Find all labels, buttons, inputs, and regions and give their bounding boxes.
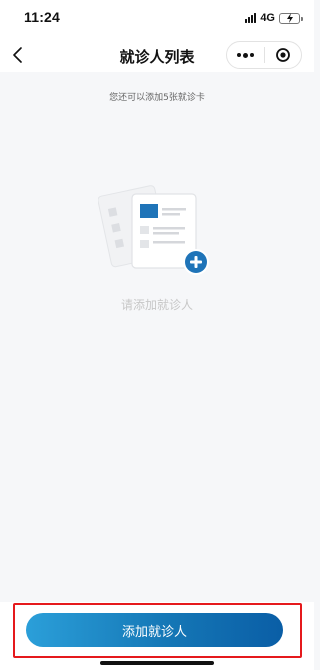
target-close-icon — [275, 48, 290, 62]
status-bar: 11:24 4G — [0, 0, 314, 38]
battery-icon — [279, 12, 303, 24]
add-patient-button[interactable]: 添加就诊人 — [26, 613, 283, 647]
home-indicator — [100, 661, 214, 665]
empty-state-text: 请添加就诊人 — [120, 298, 193, 312]
status-time: 11:24 — [24, 9, 61, 25]
close-button[interactable] — [264, 42, 301, 68]
nav-bar: 就诊人列表 — [0, 38, 314, 72]
signal-icon — [245, 13, 257, 23]
more-dots-icon — [236, 53, 241, 57]
more-button[interactable] — [227, 42, 264, 68]
status-indicators: 4G — [245, 11, 303, 25]
id-card-add-icon — [98, 185, 209, 275]
network-label: 4G — [260, 12, 275, 24]
remaining-cards-hint: 您还可以添加5张就诊卡 — [109, 93, 205, 103]
mini-program-capsule — [226, 41, 302, 69]
